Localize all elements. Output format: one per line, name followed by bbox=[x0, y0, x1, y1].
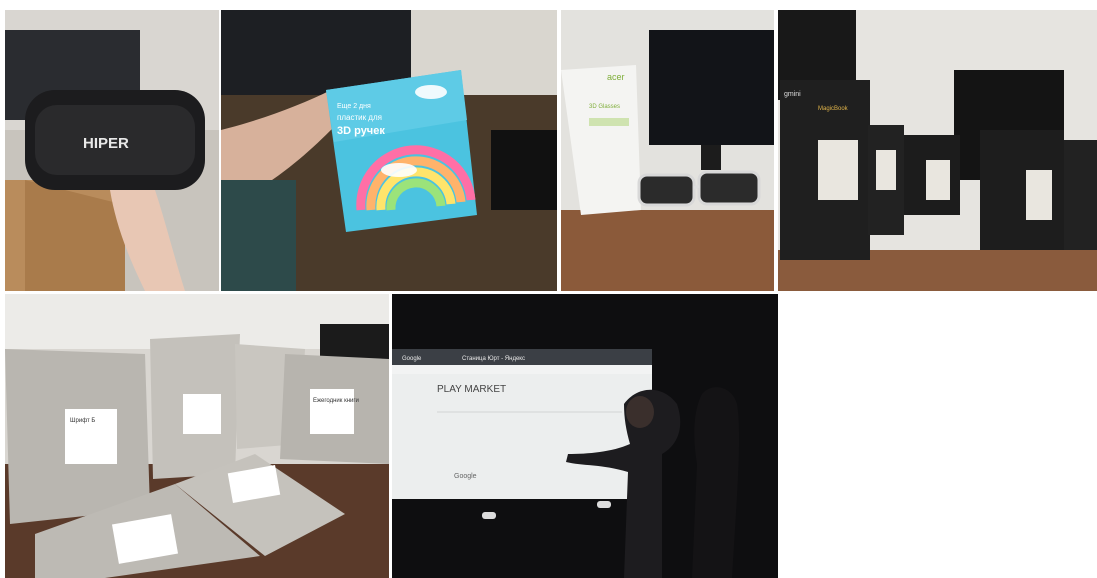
book-label-1: Шрифт Б bbox=[70, 418, 95, 424]
box-text-1: Еще 2 дня bbox=[337, 103, 371, 110]
photo-vr-headset: HIPER bbox=[5, 10, 219, 291]
monitor-shape bbox=[649, 30, 774, 145]
3d-plastic-image: Еще 2 дня пластик для 3D ручек bbox=[221, 10, 557, 291]
photo-braille-books: Шрифт Б Ежегодник книги bbox=[5, 294, 389, 578]
vr-headset-image: HIPER bbox=[5, 10, 219, 291]
box-text-2: пластик для bbox=[337, 113, 382, 122]
keyboard-shape bbox=[491, 130, 557, 210]
photo-ebook-readers: gmini MagicBook bbox=[778, 10, 1097, 291]
3d-glasses-image: acer 3D Glasses bbox=[561, 10, 774, 291]
touch-screen-image: Google Станица Юрт - Яндекс PLAY MARKET … bbox=[392, 294, 778, 578]
photo-3d-glasses: acer 3D Glasses bbox=[561, 10, 774, 291]
page-heading: PLAY MARKET bbox=[437, 384, 506, 395]
glasses-box-brand: acer bbox=[607, 72, 625, 82]
desk bbox=[561, 210, 774, 291]
3d-glasses bbox=[637, 170, 761, 207]
photo-touch-screen: Google Станица Юрт - Яндекс PLAY MARKET … bbox=[392, 294, 778, 578]
book-label-2: Ежегодник книги bbox=[313, 398, 359, 404]
ebook-brand: gmini bbox=[784, 91, 801, 98]
ebook-model: MagicBook bbox=[818, 106, 849, 112]
braille-books-image: Шрифт Б Ежегодник книги bbox=[5, 294, 389, 578]
sleeve bbox=[221, 180, 296, 291]
photo-3d-plastic: Еще 2 дня пластик для 3D ручек bbox=[221, 10, 557, 291]
glasses-box-title: 3D Glasses bbox=[589, 104, 620, 110]
ebook-readers-image: gmini MagicBook bbox=[778, 10, 1097, 291]
vr-brand-text: HIPER bbox=[83, 135, 129, 152]
tab-2: Станица Юрт - Яндекс bbox=[462, 356, 525, 362]
box-text-3: 3D ручек bbox=[337, 125, 385, 137]
google-brand: Google bbox=[454, 473, 477, 480]
person-2 bbox=[692, 387, 740, 578]
tab-google: Google bbox=[402, 356, 422, 362]
